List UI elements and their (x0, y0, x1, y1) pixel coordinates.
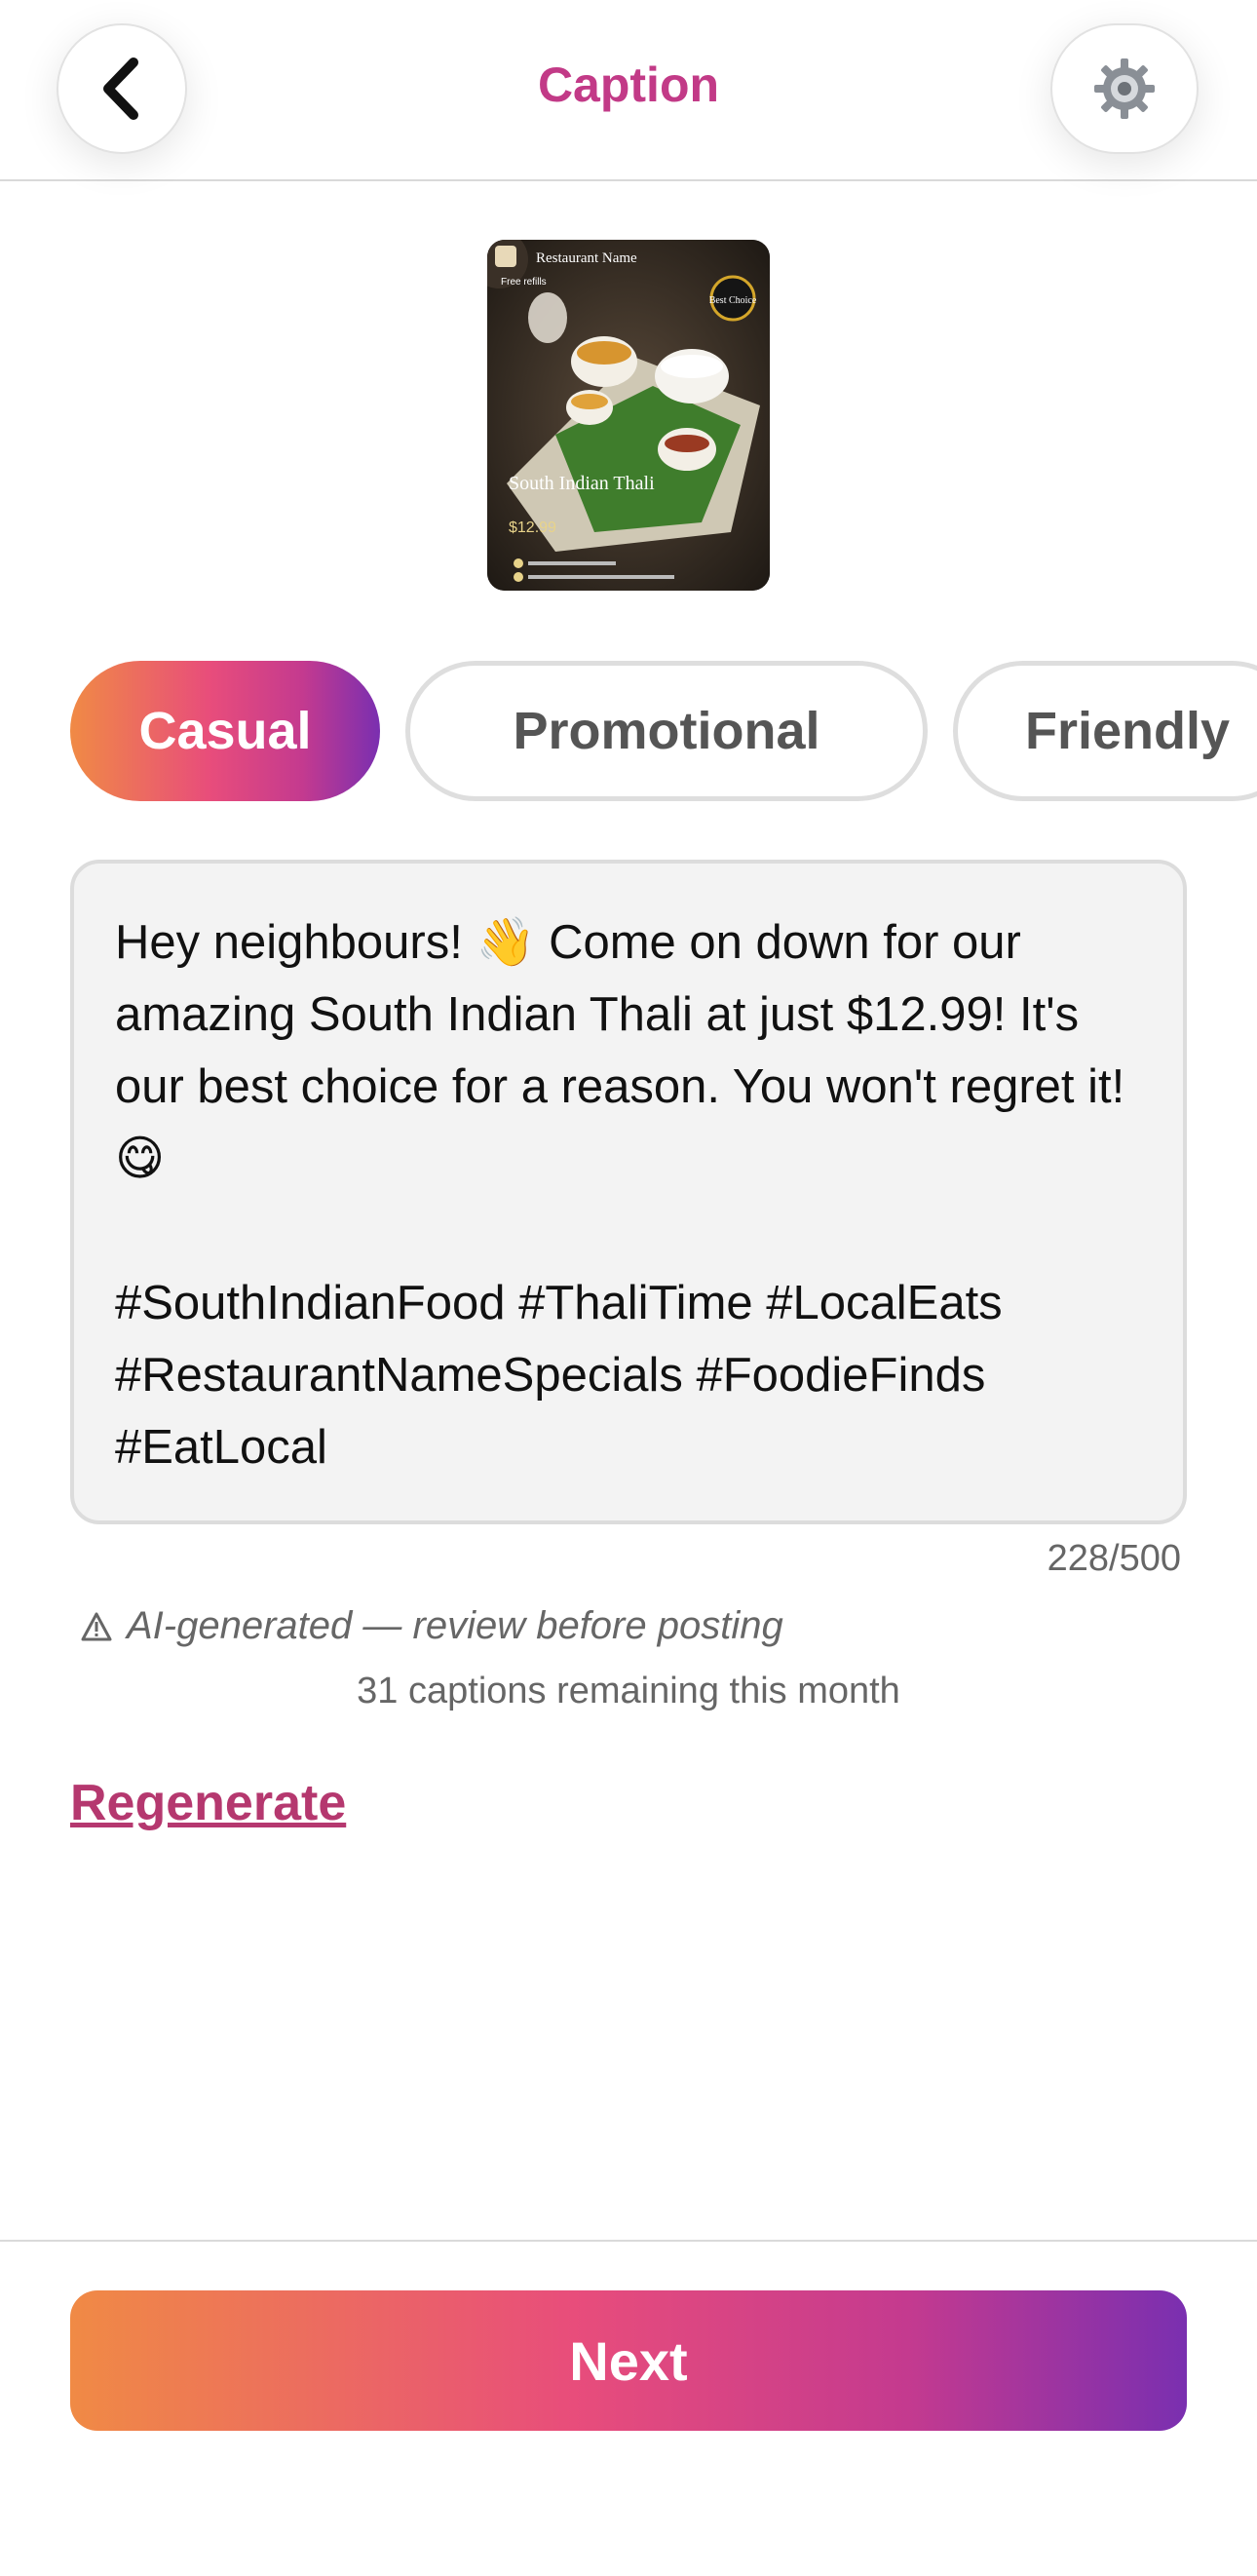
warning-icon (81, 1612, 112, 1640)
tab-friendly[interactable]: Friendly (953, 661, 1257, 801)
caption-textarea[interactable]: Hey neighbours! 👋 Come on down for our a… (70, 860, 1187, 1524)
tab-promotional[interactable]: Promotional (405, 661, 928, 801)
ai-notice-text: AI-generated — review before posting (127, 1604, 783, 1647)
gear-icon (1094, 58, 1155, 119)
tab-casual[interactable]: Casual (70, 661, 380, 801)
character-counter: 228/500 (1047, 1538, 1181, 1579)
badge-text: Best Choice (709, 295, 757, 306)
footer-divider (0, 2240, 1257, 2242)
captions-remaining: 31 captions remaining this month (357, 1671, 900, 1711)
top-bar: Caption (0, 0, 1257, 181)
settings-button[interactable] (1050, 23, 1199, 154)
post-image-thumbnail: Restaurant Name Free refills Best Choice… (487, 240, 770, 591)
regenerate-link[interactable]: Regenerate (70, 1774, 346, 1832)
restaurant-name: Restaurant Name (536, 250, 637, 266)
thumb-tagline: Free refills (501, 277, 547, 288)
caption-text[interactable]: Hey neighbours! 👋 Come on down for our a… (115, 906, 1142, 1483)
dish-price: $12.99 (509, 519, 556, 536)
next-button[interactable]: Next (70, 2290, 1187, 2431)
ai-notice: AI-generated — review before posting (80, 1604, 783, 1648)
dish-name: South Indian Thali (509, 473, 655, 494)
